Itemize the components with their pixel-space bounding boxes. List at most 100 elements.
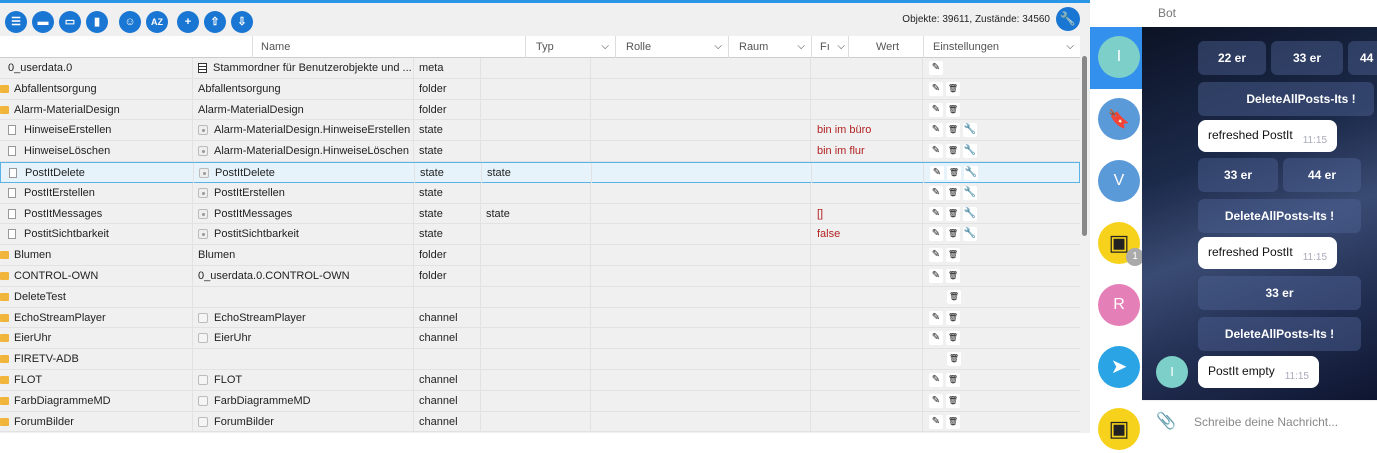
- edit-icon[interactable]: ✎: [929, 331, 943, 346]
- user-button[interactable]: ☺: [119, 11, 141, 33]
- upload-button[interactable]: ⇧: [204, 11, 226, 33]
- wrench-icon[interactable]: 🔧: [963, 123, 977, 138]
- delete-all-postits-button[interactable]: DeleteAllPosts-Its !: [1198, 82, 1374, 116]
- chat-avatar[interactable]: ▣ 1: [1098, 222, 1144, 266]
- chat-avatar[interactable]: I: [1098, 36, 1140, 78]
- chat-avatar[interactable]: ➤: [1098, 346, 1140, 388]
- delete-icon[interactable]: 🗑: [946, 102, 960, 117]
- delete-icon[interactable]: 🗑: [946, 144, 960, 159]
- delete-icon[interactable]: 🗑: [946, 414, 960, 429]
- cell-value[interactable]: [810, 390, 922, 411]
- cell-value[interactable]: [810, 245, 922, 266]
- edit-icon[interactable]: ✎: [929, 206, 943, 221]
- cell-value[interactable]: []: [810, 203, 922, 224]
- cell-value[interactable]: bin im flur: [810, 141, 922, 162]
- table-row[interactable]: PostItDelete PostItDelete state state ✎ 🗑 🔧: [0, 161, 1080, 183]
- cell-value[interactable]: bin im büro: [810, 120, 922, 141]
- folder-open-button[interactable]: ▭: [59, 11, 81, 33]
- table-row[interactable]: FarbDiagrammeMD FarbDiagrammeMD channel ✎ 🗑: [0, 390, 1080, 412]
- cell-value[interactable]: [810, 328, 922, 349]
- chat-avatar[interactable]: 🔖: [1098, 98, 1140, 140]
- table-row[interactable]: PostitSichtbarkeit PostitSichtbarkeit stat…: [0, 224, 1080, 246]
- edit-icon[interactable]: ✎: [929, 144, 943, 159]
- delete-icon[interactable]: 🗑: [946, 372, 960, 387]
- table-row[interactable]: DeleteTest 🗑: [0, 286, 1080, 308]
- table-row[interactable]: PostItErstellen PostItErstellen state ✎ 🗑 🔧: [0, 182, 1080, 204]
- col-room-filter[interactable]: Raum ⌵: [728, 36, 811, 58]
- cell-value[interactable]: [810, 182, 922, 203]
- edit-icon[interactable]: ✎: [929, 227, 943, 242]
- cell-value[interactable]: [810, 411, 922, 432]
- col-role-filter[interactable]: Rolle ⌵: [615, 36, 728, 58]
- edit-icon[interactable]: ✎: [929, 102, 943, 117]
- keyboard-button-22er[interactable]: 22 er: [1198, 41, 1266, 75]
- delete-icon[interactable]: 🗑: [946, 227, 960, 242]
- delete-icon[interactable]: 🗑: [946, 331, 960, 346]
- delete-icon[interactable]: 🗑: [946, 81, 960, 96]
- edit-icon[interactable]: ✎: [929, 393, 943, 408]
- delete-icon[interactable]: 🗑: [946, 268, 960, 283]
- edit-icon[interactable]: ✎: [929, 310, 943, 325]
- cell-value[interactable]: [810, 369, 922, 390]
- col-name-header[interactable]: Name: [252, 36, 525, 58]
- delete-icon[interactable]: 🗑: [947, 352, 961, 367]
- table-row[interactable]: ForumBilder ForumBilder channel ✎ 🗑: [0, 411, 1080, 433]
- keyboard-button-33er[interactable]: 33 er: [1198, 158, 1278, 192]
- wrench-icon[interactable]: 🔧: [963, 185, 977, 200]
- save-button[interactable]: ▮: [86, 11, 108, 33]
- cell-value[interactable]: [810, 286, 922, 307]
- delete-icon[interactable]: 🗑: [946, 185, 960, 200]
- folder-button[interactable]: ▬: [32, 11, 54, 33]
- chat-avatar[interactable]: ▣: [1098, 408, 1140, 450]
- cell-value[interactable]: [810, 58, 922, 78]
- cell-value[interactable]: false: [810, 224, 922, 245]
- delete-icon[interactable]: 🗑: [946, 393, 960, 408]
- table-row[interactable]: EierUhr EierUhr channel ✎ 🗑: [0, 328, 1080, 350]
- edit-icon[interactable]: ✎: [929, 414, 943, 429]
- chat-avatar[interactable]: R: [1098, 284, 1140, 326]
- edit-icon[interactable]: ✎: [930, 165, 944, 180]
- table-row[interactable]: PostItMessages PostItMessages state state []…: [0, 203, 1080, 225]
- edit-icon[interactable]: ✎: [929, 185, 943, 200]
- edit-icon[interactable]: ✎: [929, 81, 943, 96]
- table-row[interactable]: FLOT FLOT channel ✎ 🗑: [0, 369, 1080, 391]
- edit-icon[interactable]: ✎: [929, 372, 943, 387]
- col-func-filter[interactable]: Fı ⌵: [811, 36, 848, 58]
- cell-value[interactable]: [810, 78, 922, 99]
- cell-value[interactable]: [811, 162, 923, 183]
- cell-value[interactable]: [810, 99, 922, 120]
- download-button[interactable]: ⇩: [231, 11, 253, 33]
- scrollbar[interactable]: [1080, 36, 1090, 433]
- table-row[interactable]: EchoStreamPlayer EchoStreamPlayer channel ✎…: [0, 307, 1080, 329]
- list-button[interactable]: ☰: [5, 11, 27, 33]
- table-row[interactable]: 0_userdata.0 Stammordner für Benutzerobje…: [0, 58, 1080, 79]
- cell-value[interactable]: [810, 349, 922, 370]
- edit-icon[interactable]: ✎: [929, 268, 943, 283]
- scrollbar-thumb[interactable]: [1082, 56, 1087, 236]
- table-row[interactable]: CONTROL-OWN 0_userdata.0.CONTROL-OWN folde…: [0, 265, 1080, 287]
- delete-icon[interactable]: 🗑: [946, 206, 960, 221]
- paperclip-icon[interactable]: 📎: [1156, 411, 1176, 431]
- col-settings-filter[interactable]: Einstellungen ⌵: [923, 36, 1080, 58]
- edit-icon[interactable]: ✎: [929, 123, 943, 138]
- settings-wrench-button[interactable]: 🔧: [1056, 7, 1080, 31]
- keyboard-button-33er[interactable]: 33 er: [1198, 276, 1361, 310]
- delete-icon[interactable]: 🗑: [946, 123, 960, 138]
- message-input[interactable]: Schreibe deine Nachricht...: [1194, 415, 1338, 429]
- delete-icon[interactable]: 🗑: [946, 310, 960, 325]
- table-row[interactable]: Abfallentsorgung Abfallentsorgung folder ✎ 🗑: [0, 78, 1080, 100]
- wrench-icon[interactable]: 🔧: [963, 206, 977, 221]
- delete-icon[interactable]: 🗑: [947, 289, 961, 304]
- edit-icon[interactable]: ✎: [929, 248, 943, 263]
- delete-all-postits-button[interactable]: DeleteAllPosts-Its !: [1198, 317, 1361, 351]
- cell-value[interactable]: [810, 307, 922, 328]
- keyboard-button-44er[interactable]: 44 er: [1283, 158, 1361, 192]
- keyboard-button-33er[interactable]: 33 er: [1271, 41, 1343, 75]
- keyboard-button-44er[interactable]: 44: [1348, 41, 1377, 75]
- wrench-icon[interactable]: 🔧: [963, 144, 977, 159]
- edit-icon[interactable]: ✎: [929, 61, 943, 75]
- cell-value[interactable]: [810, 265, 922, 286]
- wrench-icon[interactable]: 🔧: [964, 165, 978, 180]
- sort-az-button[interactable]: AZ: [146, 11, 168, 33]
- delete-icon[interactable]: 🗑: [947, 165, 961, 180]
